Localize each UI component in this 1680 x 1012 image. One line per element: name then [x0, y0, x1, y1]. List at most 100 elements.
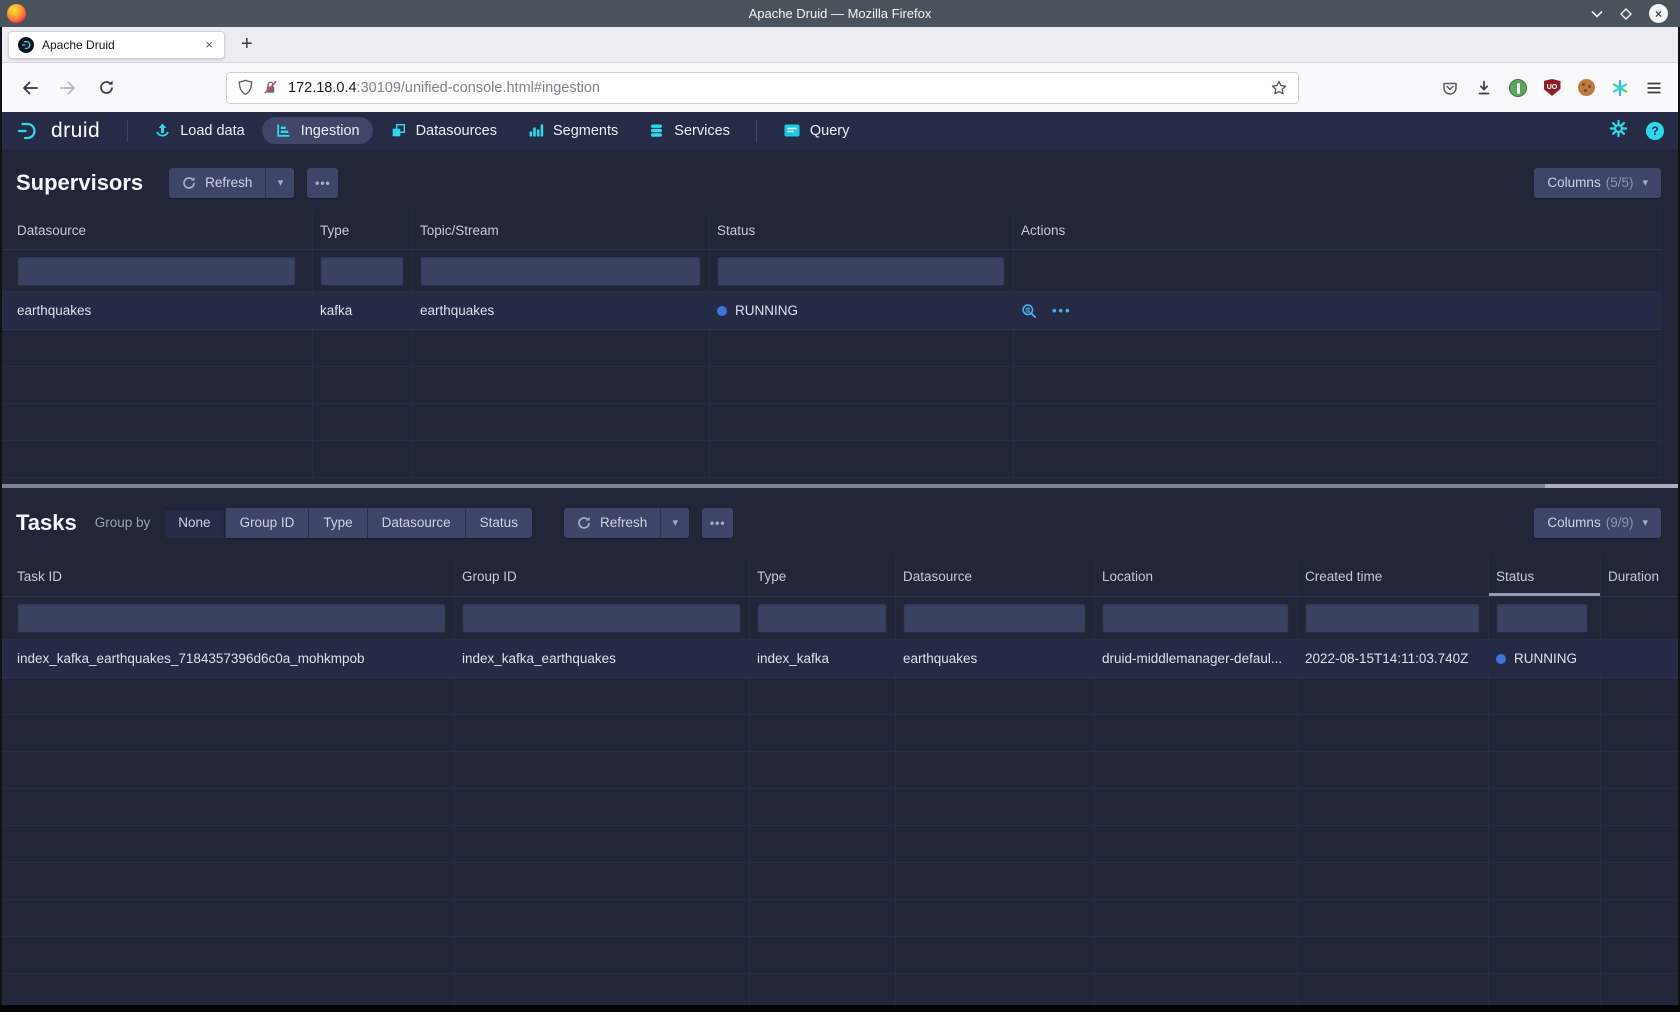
- supervisor-row[interactable]: earthquakes kafka earthquakes RUNNING ••…: [0, 292, 1661, 330]
- nav-item-services[interactable]: Services: [635, 117, 743, 144]
- columns-count: (9/9): [1606, 515, 1634, 530]
- supervisors-more-button[interactable]: •••: [307, 168, 338, 198]
- help-button[interactable]: ?: [1646, 122, 1664, 140]
- tab-title: Apache Druid: [42, 38, 203, 52]
- pocket-icon: [1441, 79, 1459, 97]
- column-header-status-sorted[interactable]: Status: [1489, 557, 1601, 596]
- reload-button[interactable]: [90, 79, 122, 96]
- refresh-label: Refresh: [600, 515, 647, 530]
- column-header-type[interactable]: Type: [313, 212, 413, 249]
- supervisors-filter-row: [0, 250, 1661, 292]
- section-divider[interactable]: [0, 484, 1680, 488]
- nav-item-load-data[interactable]: Load data: [141, 117, 258, 144]
- column-header-location[interactable]: Location: [1095, 557, 1298, 596]
- nav-item-label: Load data: [180, 123, 245, 139]
- column-header-actions[interactable]: Actions: [1014, 212, 1661, 249]
- tab-close-button[interactable]: ×: [203, 37, 215, 52]
- forward-button[interactable]: [52, 79, 84, 97]
- group-by-datasource-button[interactable]: Datasource: [368, 508, 466, 538]
- supervisors-refresh-dropdown-button[interactable]: ▾: [265, 168, 294, 198]
- insecure-lock-icon[interactable]: [262, 79, 279, 96]
- nav-item-label: Query: [810, 123, 850, 139]
- group-by-group-id-button[interactable]: Group ID: [226, 508, 310, 538]
- filter-input-location[interactable]: [1102, 603, 1289, 633]
- nav-divider: [127, 120, 128, 142]
- nav-item-ingestion[interactable]: Ingestion: [262, 117, 373, 144]
- running-status-dot: [1496, 654, 1506, 664]
- filter-input-task-id[interactable]: [17, 603, 446, 633]
- window-titlebar: Apache Druid — Mozilla Firefox ×: [0, 0, 1680, 27]
- filter-input-datasource[interactable]: [17, 256, 296, 286]
- filter-input-topic-stream[interactable]: [420, 256, 701, 286]
- pocket-button[interactable]: [1440, 78, 1460, 98]
- nav-item-label: Segments: [553, 123, 618, 139]
- url-bar[interactable]: 172.18.0.4:30109/unified-console.html#in…: [226, 72, 1299, 104]
- tasks-header: Tasks Group by None Group ID Type Dataso…: [0, 488, 1680, 557]
- tasks-refresh-dropdown-button[interactable]: ▾: [660, 508, 689, 538]
- supervisors-columns-button[interactable]: Columns (5/5) ▾: [1534, 168, 1661, 198]
- column-header-task-id[interactable]: Task ID: [0, 557, 455, 596]
- privacy-badger-button[interactable]: [1508, 78, 1528, 98]
- column-header-created-time[interactable]: Created time: [1298, 557, 1489, 596]
- supervisors-refresh-button[interactable]: Refresh: [169, 168, 265, 198]
- new-tab-button[interactable]: +: [241, 33, 253, 56]
- tasks-table: Task ID Group ID Type Datasource Locatio…: [0, 557, 1680, 1011]
- gear-icon: [1609, 119, 1628, 138]
- column-header-datasource[interactable]: Datasource: [0, 212, 313, 249]
- tasks-more-button[interactable]: •••: [702, 508, 733, 538]
- tracking-protection-shield-icon[interactable]: [237, 79, 254, 96]
- filter-input-type[interactable]: [320, 256, 404, 286]
- column-header-type[interactable]: Type: [750, 557, 896, 596]
- menu-button[interactable]: [1644, 78, 1664, 98]
- filter-input-status[interactable]: [1496, 603, 1588, 633]
- chevron-down-icon: ▾: [672, 516, 678, 529]
- toolbar-extensions: UO: [1440, 78, 1680, 98]
- nav-item-segments[interactable]: Segments: [514, 117, 631, 144]
- filter-input-group-id[interactable]: [462, 603, 741, 633]
- refresh-icon: [182, 176, 196, 190]
- column-header-duration[interactable]: Duration: [1601, 557, 1680, 596]
- column-header-group-id[interactable]: Group ID: [455, 557, 750, 596]
- nav-item-query[interactable]: Query: [770, 117, 863, 144]
- column-header-topic-stream[interactable]: Topic/Stream: [413, 212, 710, 249]
- empty-row: [0, 678, 1680, 715]
- column-header-status[interactable]: Status: [710, 212, 1014, 249]
- group-by-type-button[interactable]: Type: [309, 508, 367, 538]
- settings-gear-button[interactable]: [1609, 119, 1628, 143]
- tasks-refresh-button[interactable]: Refresh: [564, 508, 660, 538]
- maximize-button[interactable]: [1620, 8, 1632, 20]
- chevron-down-icon: [1591, 10, 1603, 18]
- containers-button[interactable]: [1610, 78, 1630, 98]
- bookmark-star-button[interactable]: [1270, 79, 1288, 97]
- druid-nav-bar: druid Load data Ingestion Datasources Se…: [0, 112, 1680, 149]
- nav-item-label: Services: [674, 123, 730, 139]
- column-header-datasource[interactable]: Datasource: [896, 557, 1095, 596]
- row-more-actions-button[interactable]: •••: [1052, 303, 1072, 318]
- downloads-button[interactable]: [1474, 78, 1494, 98]
- druid-brand[interactable]: druid: [16, 118, 100, 144]
- minimize-button[interactable]: [1591, 10, 1603, 18]
- status-badge: RUNNING: [1514, 651, 1577, 666]
- tasks-columns-button[interactable]: Columns (9/9) ▾: [1534, 508, 1661, 538]
- filter-input-type[interactable]: [757, 603, 887, 633]
- cookie-extension-button[interactable]: [1576, 78, 1596, 98]
- filter-input-status[interactable]: [717, 256, 1005, 286]
- cell-actions: •••: [1014, 292, 1661, 329]
- group-by-status-button[interactable]: Status: [466, 508, 532, 538]
- forward-arrow-icon: [59, 79, 77, 97]
- druid-wordmark: druid: [51, 119, 100, 143]
- cell-duration: [1601, 640, 1680, 677]
- filter-input-datasource[interactable]: [903, 603, 1086, 633]
- task-row[interactable]: index_kafka_earthquakes_7184357396d6c0a_…: [0, 640, 1680, 678]
- back-button[interactable]: [14, 79, 46, 97]
- group-by-none-button[interactable]: None: [164, 508, 225, 538]
- filter-input-created-time[interactable]: [1305, 603, 1480, 633]
- scrollbar-thumb[interactable]: [1545, 484, 1680, 488]
- browser-tab-apache-druid[interactable]: Apache Druid ×: [8, 31, 225, 59]
- inspect-magnifier-button[interactable]: [1021, 303, 1037, 319]
- close-button[interactable]: ×: [1649, 4, 1668, 23]
- supervisors-header: Supervisors Refresh ▾ ••• Columns (5/5) …: [0, 149, 1680, 212]
- hamburger-icon: [1645, 79, 1663, 97]
- nav-item-datasources[interactable]: Datasources: [377, 117, 510, 144]
- ublock-button[interactable]: UO: [1542, 78, 1562, 98]
